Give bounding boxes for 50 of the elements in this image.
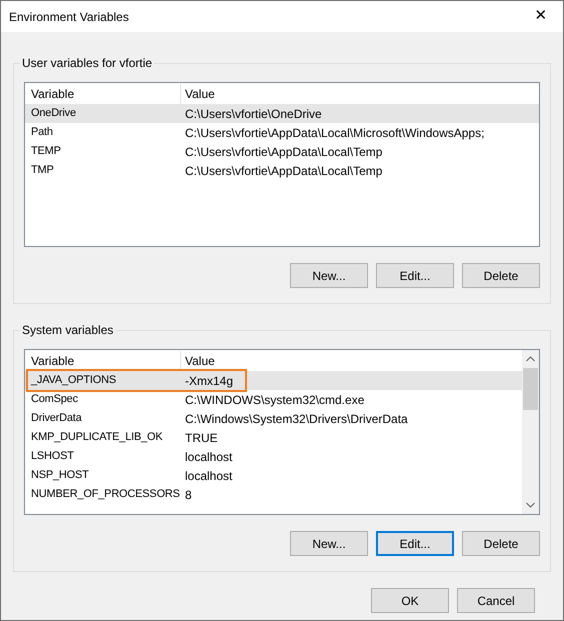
variable-value: localhost bbox=[184, 468, 232, 484]
variable-row[interactable]: ComSpec C:\WINDOWS\system32\cmd.exe bbox=[25, 390, 522, 409]
variable-row[interactable]: Path C:\Users\vfortie\AppData\Local\Microsoft\WindowsApps; bbox=[25, 123, 539, 142]
dialog-button[interactable]: Delete bbox=[462, 263, 540, 288]
variable-name: TMP bbox=[30, 163, 55, 178]
variable-value: 8 bbox=[184, 486, 192, 504]
variable-name: LSHOST bbox=[30, 449, 75, 464]
variable-value: C:\Windows\System32\Drivers\DriverData bbox=[184, 410, 408, 428]
variable-name: TEMP bbox=[30, 144, 62, 160]
variable-value: C:\WINDOWS\system32\cmd.exe bbox=[184, 392, 364, 408]
variable-value: localhost bbox=[184, 448, 232, 466]
dialog-button[interactable]: OK bbox=[371, 588, 449, 613]
variable-name: ComSpec bbox=[30, 392, 79, 408]
dialog-button[interactable]: Edit... bbox=[376, 531, 454, 556]
column-header[interactable]: Value bbox=[181, 351, 522, 371]
variable-row[interactable]: TEMP C:\Users\vfortie\AppData\Local\Temp bbox=[25, 142, 539, 161]
variable-name: KMP_DUPLICATE_LIB_OK bbox=[30, 430, 164, 446]
group-label: System variables bbox=[20, 322, 116, 338]
variable-name: _JAVA_OPTIONS bbox=[30, 373, 118, 388]
dialog-button[interactable]: Delete bbox=[462, 531, 540, 556]
variable-value: TRUE bbox=[184, 430, 218, 446]
scrollbar[interactable] bbox=[522, 350, 539, 514]
dialog-button[interactable]: New... bbox=[290, 531, 368, 556]
variable-name: NUMBER_OF_PROCESSORS bbox=[30, 487, 181, 502]
column-header[interactable]: Value bbox=[181, 84, 539, 104]
variable-value: C:\Users\vfortie\AppData\Local\Temp bbox=[184, 144, 382, 160]
variable-row[interactable]: LSHOST localhost bbox=[25, 447, 522, 466]
variable-name: NSP_HOST bbox=[30, 468, 90, 484]
variable-value: C:\Users\vfortie\OneDrive bbox=[184, 106, 322, 122]
variable-row[interactable]: _JAVA_OPTIONS -Xmx14g bbox=[25, 371, 522, 390]
variable-row[interactable]: TMP C:\Users\vfortie\AppData\Local\Temp bbox=[25, 161, 539, 180]
scroll-thumb[interactable] bbox=[523, 368, 538, 410]
variable-value: C:\Users\vfortie\AppData\Local\Microsoft\WindowsApps; bbox=[184, 124, 484, 142]
dialog-button[interactable]: Cancel bbox=[457, 588, 535, 613]
dialog-button[interactable]: Edit... bbox=[376, 263, 454, 288]
variable-value: -Xmx14g bbox=[184, 372, 234, 390]
close-button[interactable]: ✕ bbox=[519, 1, 563, 32]
scroll-up-icon[interactable] bbox=[526, 356, 535, 362]
variable-row[interactable]: DriverData C:\Windows\System32\Drivers\DriverData bbox=[25, 409, 522, 428]
scroll-down-icon[interactable] bbox=[526, 502, 535, 508]
dialog-button[interactable]: New... bbox=[290, 263, 368, 288]
variable-name: DriverData bbox=[30, 411, 83, 426]
variable-name: Path bbox=[30, 125, 54, 140]
variable-name: OneDrive bbox=[30, 106, 77, 122]
window-title: Environment Variables bbox=[8, 8, 129, 26]
variable-row[interactable]: NUMBER_OF_PROCESSORS 8 bbox=[25, 485, 522, 504]
variable-value: C:\Users\vfortie\AppData\Local\Temp bbox=[184, 162, 382, 180]
variable-row[interactable]: KMP_DUPLICATE_LIB_OK TRUE bbox=[25, 428, 522, 447]
variable-row[interactable]: OneDrive C:\Users\vfortie\OneDrive bbox=[25, 104, 539, 123]
variable-row[interactable]: NSP_HOST localhost bbox=[25, 466, 522, 485]
